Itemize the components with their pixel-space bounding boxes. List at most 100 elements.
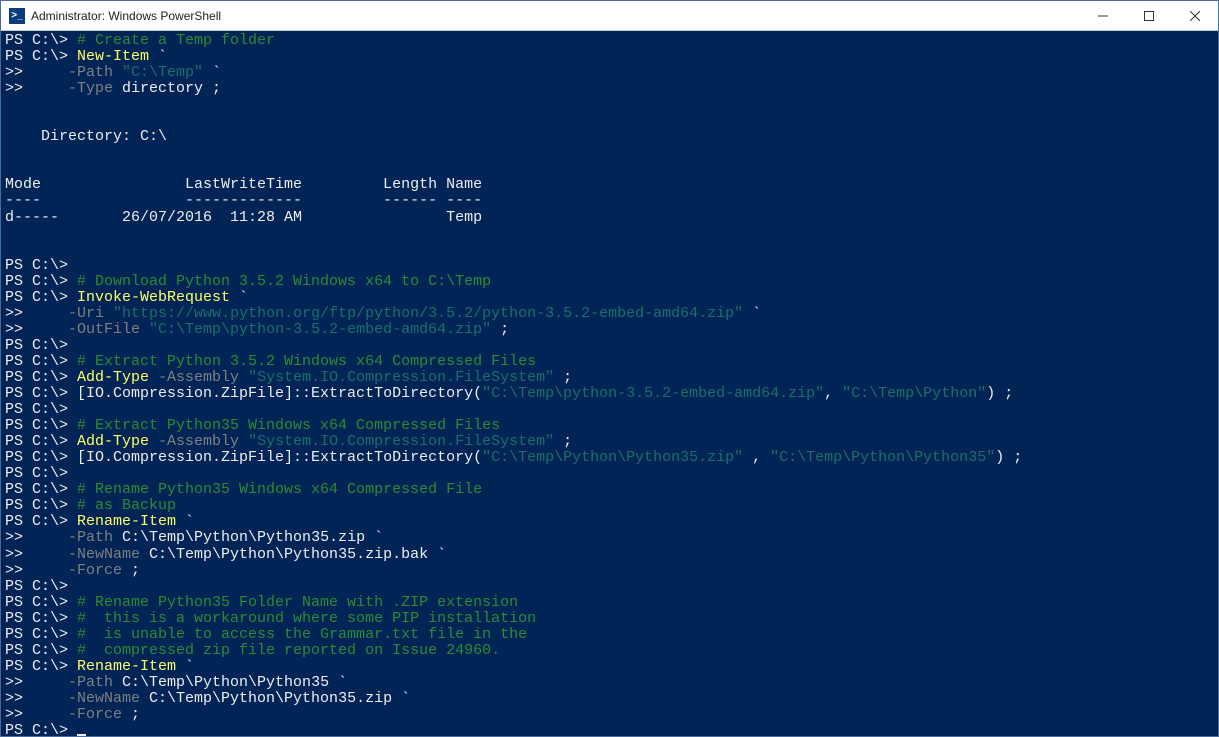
terminal-token: PS C:\>: [5, 48, 77, 65]
terminal-line: >> -NewName C:\Temp\Python\Python35.zip.…: [5, 547, 1214, 563]
terminal-token: `: [176, 658, 194, 675]
terminal-token: >>: [5, 546, 68, 563]
terminal-token: >>: [5, 305, 68, 322]
terminal-token: PS C:\>: [5, 497, 77, 514]
terminal-token: -Path: [68, 64, 113, 81]
terminal-token: ,: [743, 449, 770, 466]
terminal-token: "C:\Temp": [122, 64, 203, 81]
terminal-token: Add-Type: [77, 433, 149, 450]
close-button[interactable]: [1172, 1, 1218, 31]
close-icon: [1190, 11, 1200, 21]
minimize-icon: [1098, 11, 1108, 21]
terminal-token: PS C:\>: [5, 626, 77, 643]
terminal-token: PS C:\>: [5, 273, 77, 290]
terminal-line: [5, 145, 1214, 161]
terminal-token: PS C:\>: [5, 257, 68, 274]
terminal-token: ) ;: [995, 449, 1022, 466]
terminal-token: `: [203, 64, 221, 81]
terminal-token: >>: [5, 529, 68, 546]
terminal-line: >> -Path C:\Temp\Python\Python35 `: [5, 675, 1214, 691]
terminal-token: Invoke-WebRequest: [77, 289, 230, 306]
maximize-button[interactable]: [1126, 1, 1172, 31]
terminal-token: >>: [5, 64, 68, 81]
terminal-token: `: [230, 289, 248, 306]
terminal-token: -Force: [68, 562, 122, 579]
terminal-token: # Rename Python35 Folder Name with .ZIP …: [77, 594, 518, 611]
terminal-token: [239, 369, 248, 386]
terminal-token: `: [149, 48, 167, 65]
terminal-token: PS C:\>: [5, 658, 77, 675]
terminal-token: [IO.Compression.ZipFile]::ExtractToDirec…: [77, 449, 482, 466]
terminal-line: PS C:\>: [5, 723, 1214, 736]
terminal-line: PS C:\>: [5, 402, 1214, 418]
terminal-token: -Force: [68, 706, 122, 723]
terminal-token: PS C:\>: [5, 465, 68, 482]
terminal-token: PS C:\>: [5, 369, 77, 386]
titlebar[interactable]: >_ Administrator: Windows PowerShell: [1, 1, 1218, 31]
terminal-token: C:\Temp\Python\Python35.zip.bak `: [140, 546, 446, 563]
minimize-button[interactable]: [1080, 1, 1126, 31]
terminal-token: ) ;: [986, 385, 1013, 402]
terminal-token: PS C:\>: [5, 449, 77, 466]
terminal-area[interactable]: PS C:\> # Create a Temp folderPS C:\> Ne…: [1, 31, 1218, 736]
terminal-token: PS C:\>: [5, 401, 68, 418]
terminal-token: PS C:\>: [5, 594, 77, 611]
window-title: Administrator: Windows PowerShell: [31, 9, 221, 23]
terminal-line: PS C:\> # Rename Python35 Folder Name wi…: [5, 595, 1214, 611]
terminal-token: PS C:\>: [5, 642, 77, 659]
terminal-line: Mode LastWriteTime Length Name: [5, 177, 1214, 193]
terminal-line: PS C:\> Invoke-WebRequest `: [5, 290, 1214, 306]
terminal-line: [5, 242, 1214, 258]
terminal-token: "C:\Temp\Python\Python35.zip": [482, 449, 743, 466]
terminal-token: PS C:\>: [5, 353, 77, 370]
terminal-line: >> -Type directory ;: [5, 81, 1214, 97]
terminal-token: -OutFile: [68, 321, 140, 338]
terminal-token: PS C:\>: [5, 513, 77, 530]
terminal-line: [5, 113, 1214, 129]
terminal-token: [149, 369, 158, 386]
terminal-token: # compressed zip file reported on Issue …: [77, 642, 500, 659]
terminal-line: PS C:\> # is unable to access the Gramma…: [5, 627, 1214, 643]
terminal-line: PS C:\> [IO.Compression.ZipFile]::Extrac…: [5, 386, 1214, 402]
terminal-line: PS C:\> New-Item `: [5, 49, 1214, 65]
terminal-line: PS C:\>: [5, 338, 1214, 354]
terminal-token: # Extract Python 3.5.2 Windows x64 Compr…: [77, 353, 536, 370]
terminal-token: ;: [491, 321, 509, 338]
terminal-token: # this is a workaround where some PIP in…: [77, 610, 536, 627]
terminal-token: # as Backup: [77, 497, 176, 514]
terminal-token: [113, 64, 122, 81]
terminal-token: "C:\Temp\Python": [842, 385, 986, 402]
terminal-line: PS C:\>: [5, 579, 1214, 595]
terminal-token: C:\Temp\Python\Python35.zip `: [140, 690, 410, 707]
terminal-token: "C:\Temp\Python\Python35": [770, 449, 995, 466]
powershell-icon: >_: [9, 8, 25, 24]
terminal-token: C:\Temp\Python\Python35.zip `: [113, 529, 383, 546]
terminal-token: # Download Python 3.5.2 Windows x64 to C…: [77, 273, 491, 290]
terminal-token: [239, 433, 248, 450]
terminal-token: -Path: [68, 529, 113, 546]
terminal-line: PS C:\>: [5, 466, 1214, 482]
terminal-token: [IO.Compression.ZipFile]::ExtractToDirec…: [77, 385, 482, 402]
terminal-token: directory ;: [113, 80, 221, 97]
terminal-token: Rename-Item: [77, 513, 176, 530]
powershell-window: >_ Administrator: Windows PowerShell PS …: [0, 0, 1219, 737]
terminal-token: # is unable to access the Grammar.txt fi…: [77, 626, 527, 643]
terminal-token: -NewName: [68, 546, 140, 563]
terminal-token: -Assembly: [158, 369, 239, 386]
terminal-token: PS C:\>: [5, 385, 77, 402]
terminal-token: >>: [5, 321, 68, 338]
terminal-token: [104, 305, 113, 322]
terminal-line: >> -Path C:\Temp\Python\Python35.zip `: [5, 530, 1214, 546]
terminal-token: `: [743, 305, 761, 322]
terminal-token: # Extract Python35 Windows x64 Compresse…: [77, 417, 500, 434]
terminal-token: PS C:\>: [5, 722, 77, 736]
terminal-token: PS C:\>: [5, 433, 77, 450]
terminal-line: ---- ------------- ------ ----: [5, 193, 1214, 209]
terminal-token: New-Item: [77, 48, 149, 65]
terminal-token: PS C:\>: [5, 417, 77, 434]
terminal-line: PS C:\>: [5, 258, 1214, 274]
terminal-token: PS C:\>: [5, 289, 77, 306]
terminal-token: # Create a Temp folder: [77, 32, 275, 49]
terminal-token: >>: [5, 690, 68, 707]
terminal-line: >> -Path "C:\Temp" `: [5, 65, 1214, 81]
